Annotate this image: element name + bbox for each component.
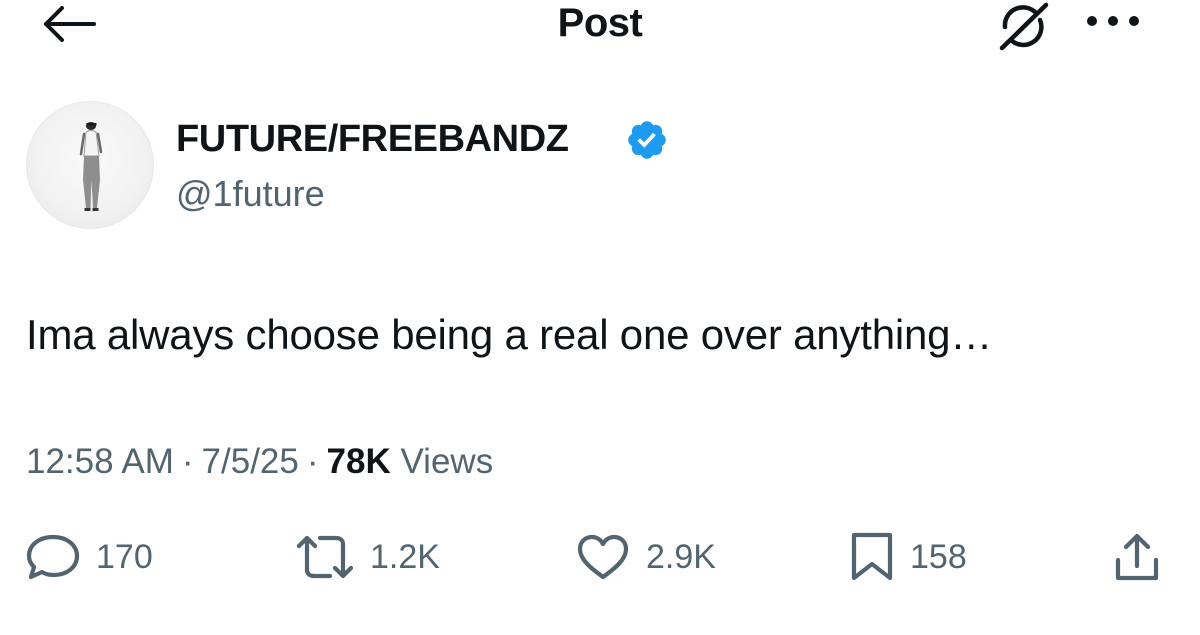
views-label[interactable]: Views bbox=[400, 442, 493, 481]
reply-button[interactable]: 170 bbox=[24, 530, 153, 584]
grok-icon bbox=[999, 2, 1049, 51]
author-display-name[interactable]: FUTURE/FREEBANDZ bbox=[176, 116, 569, 162]
views-count[interactable]: 78K bbox=[327, 442, 391, 481]
repost-icon bbox=[296, 535, 354, 579]
post-time[interactable]: 12:58 AM bbox=[26, 442, 174, 481]
verified-badge-icon bbox=[628, 121, 666, 159]
repost-button[interactable]: 1.2K bbox=[294, 530, 440, 584]
bookmark-count: 158 bbox=[910, 538, 967, 576]
like-button[interactable]: 2.9K bbox=[574, 530, 716, 584]
more-horizontal-icon bbox=[1087, 16, 1139, 26]
post-text: Ima always choose being a real one over … bbox=[26, 311, 993, 358]
more-options-button[interactable] bbox=[1083, 6, 1143, 36]
meta-separator: · bbox=[306, 442, 319, 481]
share-icon bbox=[1115, 533, 1159, 581]
heart-icon bbox=[577, 534, 629, 580]
bookmark-button[interactable]: 158 bbox=[848, 530, 967, 584]
repost-count: 1.2K bbox=[370, 538, 440, 576]
bookmark-icon bbox=[851, 532, 893, 581]
reply-icon bbox=[26, 534, 80, 580]
grok-button[interactable] bbox=[993, 0, 1055, 52]
post-meta: 12:58 AM · 7/5/25 · 78K Views bbox=[26, 440, 493, 484]
reply-count: 170 bbox=[96, 538, 153, 576]
meta-separator: · bbox=[181, 442, 194, 481]
post-date[interactable]: 7/5/25 bbox=[202, 442, 299, 481]
verified-badge bbox=[625, 118, 669, 162]
author-handle[interactable]: @1future bbox=[176, 172, 325, 216]
avatar-figure-image bbox=[79, 122, 103, 211]
avatar[interactable] bbox=[26, 101, 154, 229]
like-count: 2.9K bbox=[646, 538, 716, 576]
share-button[interactable] bbox=[1106, 530, 1168, 584]
